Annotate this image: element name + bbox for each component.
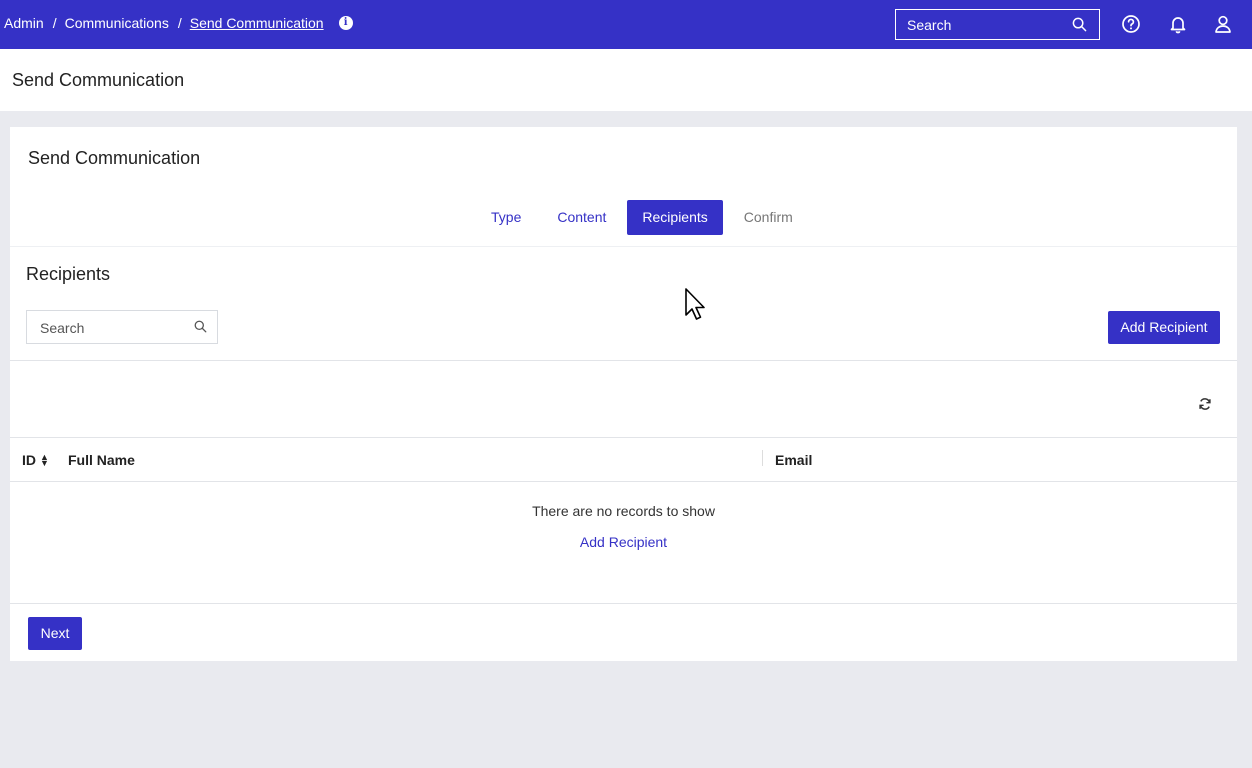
search-icon[interactable] bbox=[1072, 17, 1087, 32]
bell-icon[interactable] bbox=[1168, 14, 1188, 34]
column-id-label: ID bbox=[22, 452, 36, 468]
help-icon[interactable] bbox=[1121, 14, 1141, 34]
step-confirm[interactable]: Confirm bbox=[729, 200, 808, 235]
recipients-table: ID ▲ ▼ Full Name Email There are no recor… bbox=[10, 360, 1237, 604]
step-recipients[interactable]: Recipients bbox=[627, 200, 723, 235]
wizard-steps: Type Content Recipients Confirm bbox=[476, 200, 808, 235]
empty-state-message: There are no records to show bbox=[532, 503, 715, 519]
breadcrumb-communications[interactable]: Communications bbox=[65, 15, 169, 31]
global-search-input[interactable]: Search bbox=[895, 9, 1100, 40]
column-divider bbox=[762, 450, 763, 466]
top-navigation-bar: Admin / Communications / Send Communicat… bbox=[0, 0, 1252, 49]
column-header-full-name[interactable]: Full Name bbox=[68, 452, 135, 468]
page-title: Send Communication bbox=[12, 70, 185, 90]
breadcrumb-separator: / bbox=[52, 15, 57, 31]
breadcrumb-send-communication[interactable]: Send Communication bbox=[190, 15, 324, 31]
recipients-search-placeholder: Search bbox=[40, 320, 85, 336]
recipients-heading: Recipients bbox=[26, 264, 111, 284]
step-content[interactable]: Content bbox=[542, 200, 621, 235]
refresh-icon[interactable] bbox=[1198, 397, 1212, 411]
column-header-id[interactable]: ID ▲ ▼ bbox=[22, 452, 49, 468]
page-header: Send Communication bbox=[0, 49, 1252, 111]
breadcrumb: Admin / Communications / Send Communicat… bbox=[4, 15, 353, 31]
send-communication-card: Send Communication Type Content Recipien… bbox=[10, 127, 1237, 661]
search-icon[interactable] bbox=[194, 320, 207, 333]
table-header: ID ▲ ▼ Full Name Email bbox=[10, 437, 1237, 482]
divider bbox=[10, 246, 1237, 247]
next-button[interactable]: Next bbox=[28, 617, 82, 650]
breadcrumb-admin[interactable]: Admin bbox=[4, 15, 44, 31]
divider bbox=[10, 603, 1237, 604]
mouse-cursor-icon bbox=[685, 288, 705, 320]
global-search-placeholder: Search bbox=[907, 17, 952, 33]
empty-state-add-recipient-link[interactable]: Add Recipient bbox=[10, 534, 1237, 550]
user-icon[interactable] bbox=[1213, 14, 1233, 34]
add-recipient-button[interactable]: Add Recipient bbox=[1108, 311, 1220, 344]
info-icon[interactable]: i bbox=[338, 16, 353, 30]
card-title: Send Communication bbox=[28, 148, 201, 168]
sort-icon[interactable]: ▲ ▼ bbox=[40, 453, 49, 468]
step-type[interactable]: Type bbox=[476, 200, 536, 235]
recipients-search-input[interactable]: Search bbox=[26, 310, 218, 344]
column-header-email[interactable]: Email bbox=[775, 452, 812, 468]
breadcrumb-separator: / bbox=[177, 15, 182, 31]
